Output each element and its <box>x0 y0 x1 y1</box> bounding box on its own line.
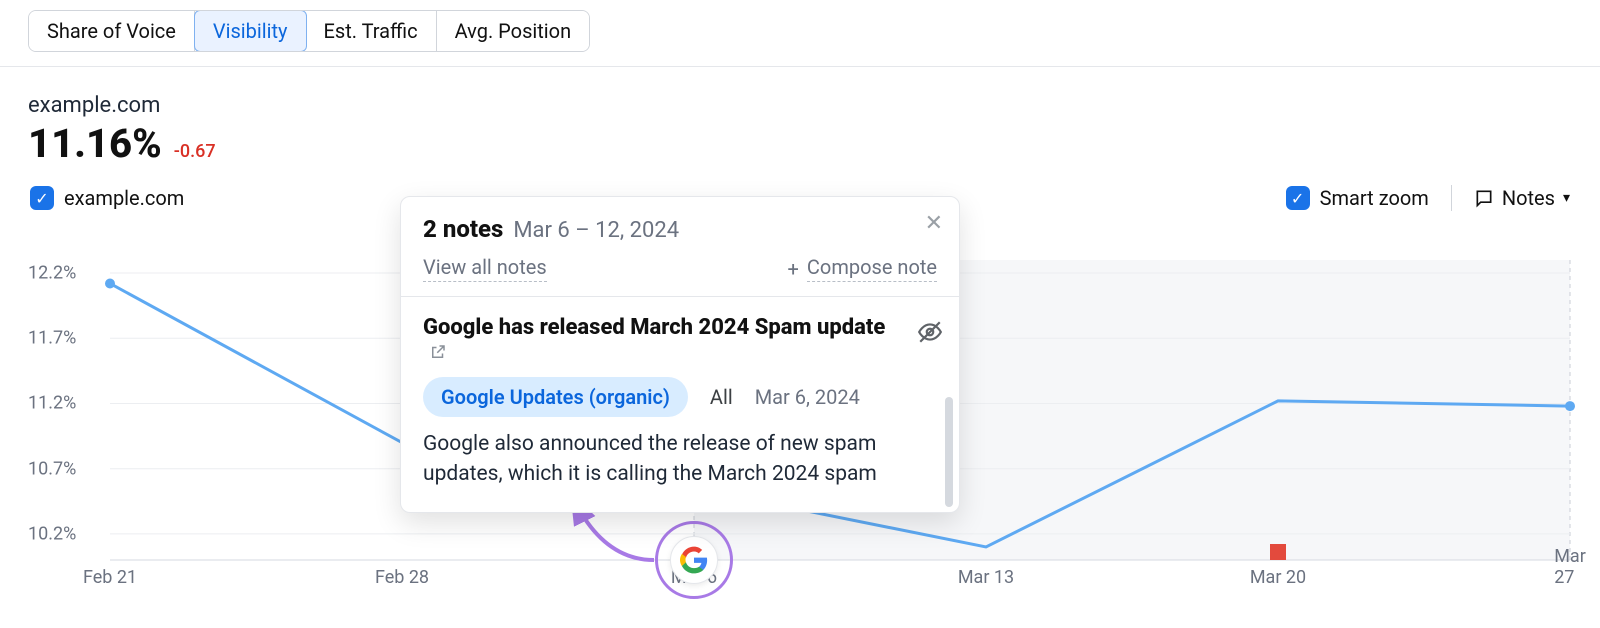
notes-date-range: Mar 6 – 12, 2024 <box>513 218 679 243</box>
notes-dropdown[interactable]: Notes ▾ <box>1474 186 1570 210</box>
smart-zoom-toggle[interactable]: ✓ Smart zoom <box>1286 186 1429 210</box>
notes-popover: ✕ 2 notes Mar 6 – 12, 2024 View all note… <box>400 196 960 513</box>
note-date: Mar 6, 2024 <box>755 385 860 409</box>
tab-avg-position[interactable]: Avg. Position <box>437 11 590 51</box>
y-tick-label: 11.7% <box>28 328 76 349</box>
metric-tabs: Share of Voice Visibility Est. Traffic A… <box>28 10 590 52</box>
series-label: example.com <box>64 186 184 210</box>
metric-value: 11.16% <box>28 120 162 167</box>
close-icon[interactable]: ✕ <box>925 211 943 236</box>
divider <box>1451 185 1452 211</box>
series-toggle-example[interactable]: ✓ example.com <box>30 186 184 210</box>
checkbox-checked-icon: ✓ <box>1286 186 1310 210</box>
y-tick-label: 11.2% <box>28 393 76 414</box>
x-tick-label: Feb 28 <box>375 567 429 588</box>
x-tick-label: Mar 20 <box>1250 567 1306 588</box>
x-tick-label: Mar 13 <box>958 567 1014 588</box>
notes-label: Notes <box>1502 186 1555 210</box>
tab-est-traffic[interactable]: Est. Traffic <box>306 11 437 51</box>
y-tick-label: 10.2% <box>28 523 76 544</box>
notes-count: 2 notes <box>423 215 503 243</box>
x-tick-label: Mar 27 <box>1554 546 1586 588</box>
note-tag-pill[interactable]: Google Updates (organic) <box>423 377 688 417</box>
plus-icon: + <box>788 257 799 281</box>
hide-icon[interactable] <box>917 319 943 345</box>
metric-delta: -0.67 <box>174 141 216 162</box>
divider <box>401 296 959 297</box>
x-tick-label: Feb 21 <box>83 567 137 588</box>
scrollbar-thumb[interactable] <box>945 397 953 507</box>
checkbox-checked-icon: ✓ <box>30 186 54 210</box>
tab-visibility[interactable]: Visibility <box>194 10 307 52</box>
note-body: Google also announced the release of new… <box>423 429 937 490</box>
note-item-title[interactable]: Google has released March 2024 Spam upda… <box>423 315 885 340</box>
smart-zoom-label: Smart zoom <box>1320 186 1429 210</box>
external-link-icon[interactable] <box>429 343 447 361</box>
note-scope: All <box>710 385 733 409</box>
user-note-flag-icon[interactable] <box>1270 544 1286 560</box>
view-all-notes-link[interactable]: View all notes <box>423 255 547 282</box>
y-tick-label: 10.7% <box>28 458 76 479</box>
compose-note-link[interactable]: Compose note <box>807 255 937 282</box>
tab-share-of-voice[interactable]: Share of Voice <box>29 11 195 51</box>
header-divider <box>0 66 1600 67</box>
y-tick-label: 12.2% <box>28 263 76 284</box>
chevron-down-icon: ▾ <box>1563 190 1570 206</box>
metric-block: example.com 11.16% -0.67 <box>28 93 1600 167</box>
domain-name: example.com <box>28 93 1600 118</box>
note-icon <box>1474 188 1494 208</box>
